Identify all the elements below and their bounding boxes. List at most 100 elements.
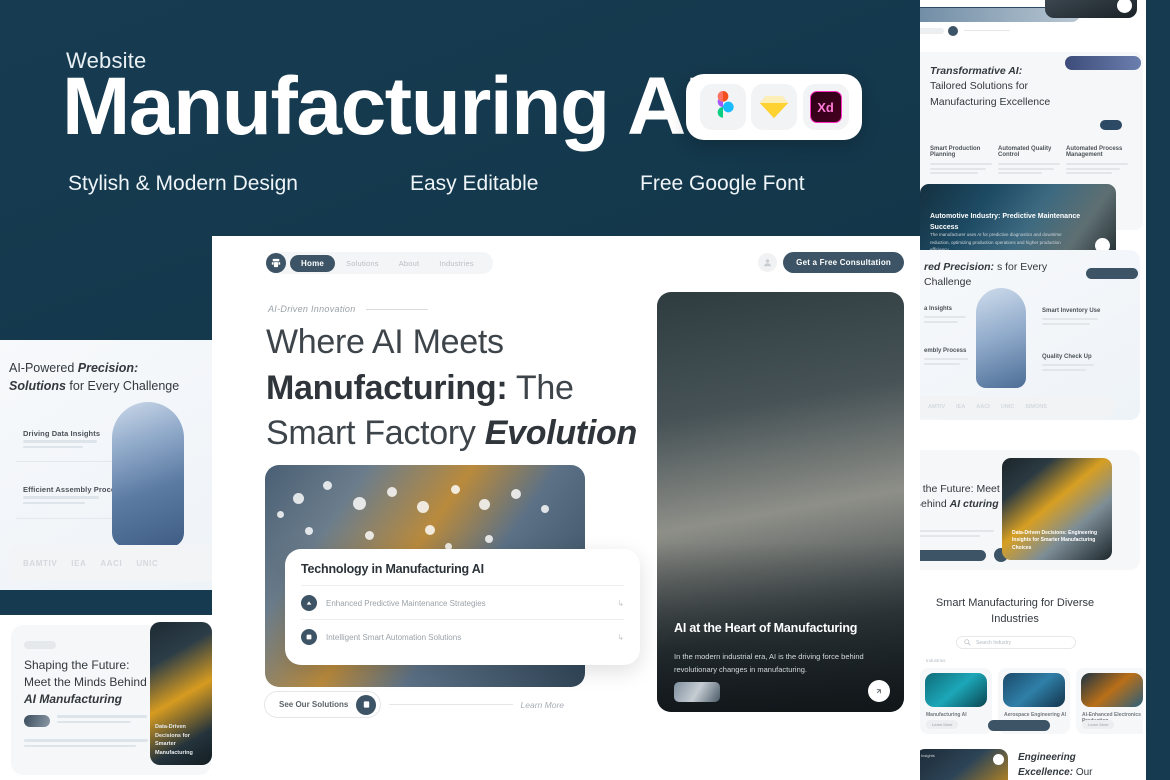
team-photo: Data-Driven Decisions for Smarter Manufa… bbox=[150, 622, 212, 765]
title-part: Tailored Solutions for Manufacturing Exc… bbox=[930, 80, 1051, 108]
precision-panel-right: red Precision: s for Every Challenge a I… bbox=[920, 250, 1140, 420]
left-precision-title: AI-Powered Precision: Solutions for Ever… bbox=[9, 359, 187, 395]
automotive-caption: Automotive Industry: Predictive Maintena… bbox=[930, 213, 1081, 231]
gallery-thumbnail[interactable] bbox=[674, 682, 720, 702]
logo-item: UNIC bbox=[1000, 404, 1015, 410]
hero-feature-1: Stylish & Modern Design bbox=[68, 172, 298, 195]
title-part: AI-Powered bbox=[9, 361, 78, 375]
design-tools-badge: Xd bbox=[686, 74, 862, 140]
learn-more-link[interactable]: Learn More bbox=[521, 700, 564, 710]
eyebrow-text: AI-Driven Innovation bbox=[268, 304, 356, 314]
industry-thumb bbox=[1081, 673, 1143, 707]
photo-title: AI at the Heart of Manufacturing bbox=[674, 621, 858, 635]
partial-dark-photo bbox=[1045, 0, 1137, 18]
hero-feature-2: Easy Editable bbox=[410, 172, 539, 195]
arrow-icon[interactable] bbox=[868, 680, 890, 702]
avatar bbox=[24, 715, 50, 727]
mockup-headline: Where AI Meets Manufacturing: The Smart … bbox=[266, 320, 656, 457]
industry-thumb bbox=[1003, 673, 1065, 707]
feature-left-1: a Insights bbox=[924, 306, 953, 312]
transformative-title: Transformative AI: Tailored Solutions fo… bbox=[930, 64, 1060, 110]
logo-item: SIMONS bbox=[1025, 404, 1047, 410]
technology-row[interactable]: Enhanced Predictive Maintenance Strategi… bbox=[301, 585, 624, 619]
engineering-photo: Insights bbox=[920, 749, 1008, 780]
logo-item: IEA bbox=[71, 558, 87, 568]
nav-pill: Home Solutions About Industries bbox=[266, 252, 493, 274]
arrow-icon[interactable] bbox=[1117, 0, 1132, 13]
headline-part-2: Manufacturing: bbox=[266, 368, 508, 407]
logo-item: UNIC bbox=[136, 558, 159, 568]
precision-right-title: red Precision: s for Every Challenge bbox=[924, 260, 1074, 291]
section-label: Industries bbox=[926, 658, 946, 663]
nav-item-solutions[interactable]: Solutions bbox=[337, 259, 388, 268]
left-precision-mockup: AI-Powered Precision: Solutions for Ever… bbox=[0, 340, 212, 590]
industry-card[interactable]: Manufacturing AI Learn More bbox=[920, 668, 992, 734]
industry-button[interactable]: Learn More bbox=[1082, 720, 1115, 729]
left-feature-1-lines bbox=[23, 440, 97, 451]
logo-item: IEA bbox=[956, 404, 966, 410]
consultation-chip[interactable] bbox=[1086, 268, 1138, 279]
column-title: Smart Production Planning bbox=[930, 146, 981, 158]
title-part: Solutions bbox=[9, 379, 66, 394]
technology-row[interactable]: Intelligent Smart Automation Solutions ↳ bbox=[301, 619, 624, 653]
title-part: Engineering Excellence: bbox=[1018, 752, 1076, 778]
robot-hero-photo: AI at the Heart of Manufacturing In the … bbox=[657, 292, 904, 712]
left-feature-2-lines bbox=[23, 496, 99, 507]
eyebrow-label: AI-Driven Innovation bbox=[268, 304, 428, 314]
column-title: Automated Quality Control bbox=[998, 146, 1052, 158]
see-our-solutions-button[interactable]: See Our Solutions bbox=[264, 691, 382, 718]
nav-item-about[interactable]: About bbox=[390, 259, 429, 268]
nav-item-industries[interactable]: Industries bbox=[430, 259, 483, 268]
title-part: red Precision: bbox=[924, 261, 995, 273]
top-pill-badge[interactable] bbox=[1065, 56, 1141, 70]
document-icon bbox=[356, 694, 377, 715]
navbar-cta-group: Get a Free Consultation bbox=[758, 252, 904, 273]
arrow-icon[interactable] bbox=[993, 754, 1004, 765]
headline-part-1: Where AI Meets bbox=[266, 323, 504, 361]
robot-illustration bbox=[976, 288, 1026, 388]
industries-panel: Smart Manufacturing for Diverse Industri… bbox=[920, 588, 1146, 738]
logo-item: AACI bbox=[100, 558, 123, 568]
user-icon[interactable] bbox=[758, 253, 778, 272]
right-mockups-column: Transformative AI: Tailored Solutions fo… bbox=[920, 0, 1146, 780]
column-title: Automated Process Management bbox=[1066, 146, 1123, 158]
brand-logo-icon[interactable] bbox=[266, 253, 286, 273]
logo-item: BAMTIV bbox=[23, 558, 58, 568]
column-item: Smart Production Planning bbox=[930, 146, 992, 177]
title-part: AI Manufacturing bbox=[24, 692, 122, 707]
search-input[interactable]: Search Industry bbox=[956, 636, 1076, 649]
technology-row-label: Intelligent Smart Automation Solutions bbox=[326, 632, 462, 642]
title-part: Precision: bbox=[77, 361, 139, 375]
photo-body: In the modern industrial era, AI is the … bbox=[674, 652, 864, 674]
logo-strip: BAMTIV IEA AACI UNIC bbox=[9, 545, 212, 581]
team-cta-button[interactable] bbox=[920, 550, 986, 561]
logo-item: AACI bbox=[976, 404, 990, 410]
industry-button[interactable]: Learn More bbox=[926, 720, 959, 729]
logo-item: AMTIV bbox=[928, 404, 946, 410]
xd-icon: Xd bbox=[802, 84, 849, 130]
nav-item-home[interactable]: Home bbox=[290, 254, 336, 272]
see-our-solutions-label: See Our Solutions bbox=[279, 700, 349, 709]
robot-illustration bbox=[112, 402, 184, 547]
cta-chip[interactable] bbox=[1100, 120, 1122, 130]
view-all-industries-button[interactable] bbox=[988, 720, 1050, 731]
insights-tag: Insights bbox=[921, 753, 935, 758]
xd-label: Xd bbox=[809, 91, 842, 123]
team-card-title: Shaping the Future: Meet the Minds Behin… bbox=[24, 657, 156, 708]
automation-icon bbox=[301, 629, 317, 645]
column-item: Automated Process Management bbox=[1066, 146, 1128, 177]
get-consultation-button[interactable]: Get a Free Consultation bbox=[783, 252, 904, 273]
engineering-title: Engineering Excellence: Our Commitment t… bbox=[1018, 751, 1122, 780]
engineering-panel: Insights Engineering Excellence: Our Com… bbox=[920, 745, 1140, 780]
technology-row-label: Enhanced Predictive Maintenance Strategi… bbox=[326, 598, 486, 608]
figma-icon bbox=[699, 84, 746, 130]
industry-caption: Manufacturing AI bbox=[926, 712, 967, 718]
feature-right-2: Quality Check Up bbox=[1042, 354, 1092, 360]
predictive-icon bbox=[301, 595, 317, 611]
team-right-photo: Data-Driven Decisions: Engineering Insig… bbox=[1002, 458, 1112, 560]
mockup-bottom-actions: See Our Solutions Learn More bbox=[264, 691, 564, 718]
team-tag-badge bbox=[24, 641, 56, 649]
industry-card[interactable]: AI-Enhanced Electronics Production Learn… bbox=[1076, 668, 1146, 734]
industries-title: Smart Manufacturing for Diverse Industri… bbox=[935, 597, 1095, 625]
left-feature-1: Driving Data Insights bbox=[23, 429, 101, 438]
